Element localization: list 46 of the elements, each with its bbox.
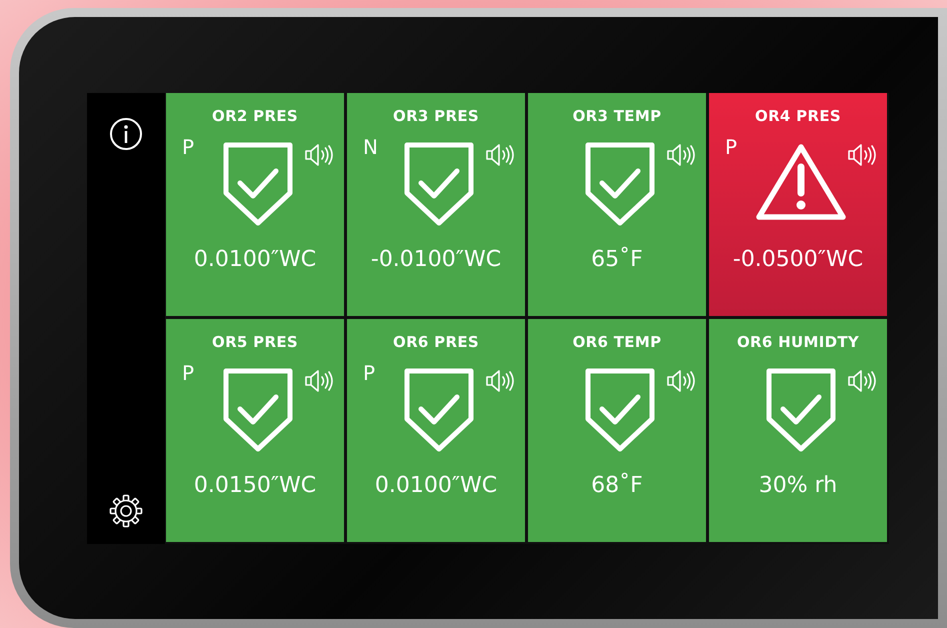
shield-check-icon xyxy=(222,141,294,227)
sensor-name: OR2 PRES xyxy=(212,107,298,125)
sensor-tile[interactable]: OR4 PRES P -0.0500″WC xyxy=(709,93,887,316)
sensor-reading: -0.0500″WC xyxy=(732,247,864,272)
sensor-tile[interactable]: OR6 PRES P 0.0100″WC xyxy=(347,319,525,542)
mode-letter: P xyxy=(362,361,376,385)
speaker-icon[interactable] xyxy=(304,143,334,167)
sensor-name: OR3 TEMP xyxy=(572,107,662,125)
info-icon[interactable] xyxy=(109,117,143,151)
speaker-icon[interactable] xyxy=(847,143,877,167)
mode-letter: P xyxy=(724,135,738,159)
sensor-reading: 30% rh xyxy=(758,473,838,498)
sensor-tile[interactable]: OR3 PRES N -0.0100″WC xyxy=(347,93,525,316)
shield-check-icon xyxy=(765,367,837,453)
shield-check-icon xyxy=(403,367,475,453)
shield-check-icon xyxy=(584,367,656,453)
sensor-name: OR5 PRES xyxy=(212,333,298,351)
mode-letter: N xyxy=(362,135,379,159)
shield-check-icon xyxy=(584,141,656,227)
sensor-name: OR6 HUMIDTY xyxy=(736,333,860,351)
speaker-icon[interactable] xyxy=(666,369,696,393)
sensor-name: OR6 TEMP xyxy=(572,333,662,351)
sensor-name: OR4 PRES xyxy=(755,107,841,125)
sensor-name: OR6 PRES xyxy=(393,333,479,351)
mode-letter: P xyxy=(181,135,196,159)
sensor-tile[interactable]: OR6 TEMP 68˚F xyxy=(528,319,706,542)
speaker-icon[interactable] xyxy=(485,143,515,167)
sensor-tile[interactable]: OR5 PRES P 0.0150″WC xyxy=(166,319,344,542)
sensor-reading: 68˚F xyxy=(591,473,643,498)
speaker-icon[interactable] xyxy=(666,143,696,167)
sensor-name: OR3 PRES xyxy=(393,107,479,125)
sensor-tile[interactable]: OR6 HUMIDTY 30% rh xyxy=(709,319,887,542)
sensor-reading: 0.0150″WC xyxy=(194,473,316,498)
shield-check-icon xyxy=(403,141,475,227)
mode-letter: P xyxy=(181,361,196,385)
speaker-icon[interactable] xyxy=(847,369,877,393)
sensor-reading: 0.0100″WC xyxy=(194,247,316,272)
sensor-reading: 0.0100″WC xyxy=(374,473,498,498)
sensor-reading: -0.0100″WC xyxy=(370,247,502,272)
settings-icon[interactable] xyxy=(109,494,143,528)
speaker-icon[interactable] xyxy=(485,369,515,393)
speaker-icon[interactable] xyxy=(304,369,334,393)
sensor-tile[interactable]: OR2 PRES P 0.0100″WC xyxy=(166,93,344,316)
sensor-reading: 65˚F xyxy=(591,247,643,272)
shield-check-icon xyxy=(222,367,294,453)
sensor-tile[interactable]: OR3 TEMP 65˚F xyxy=(528,93,706,316)
